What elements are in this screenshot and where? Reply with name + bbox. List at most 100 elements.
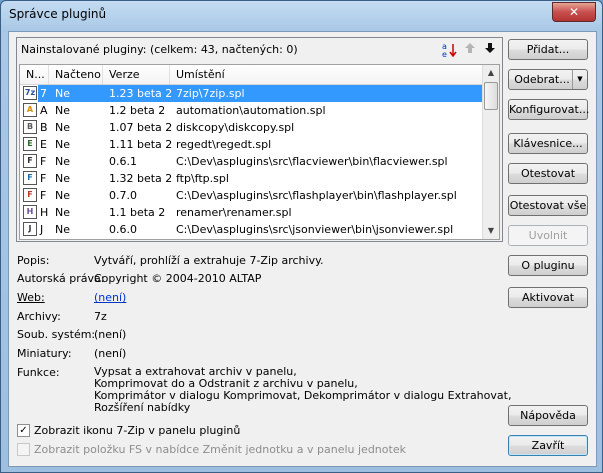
plugin-name: F (40, 172, 47, 185)
plugin-name: A (40, 104, 48, 117)
table-row[interactable]: B B Ne 1.07 beta 2 diskcopy\diskcopy.spl (20, 119, 483, 136)
plugin-location: C:\Dev\asplugins\src\jsonviewer\bin\json… (176, 223, 454, 236)
table-row[interactable]: F F Ne 0.7.0 C:\Dev\asplugins\src\flashplaye… (20, 187, 483, 204)
thumbnails-label: Miniatury: (17, 347, 72, 360)
column-name[interactable]: N... (20, 65, 49, 84)
table-row[interactable]: A A Ne 1.2 beta 2 automation\automation.spl (20, 102, 483, 119)
show-icon-checkbox[interactable]: ✓ (17, 424, 30, 437)
plugin-icon: E (23, 137, 37, 151)
copyright-value: Copyright © 2004-2010 ALTAP (94, 272, 262, 285)
plugin-version: 1.2 beta 2 (109, 104, 166, 117)
keyboard-button[interactable]: Klávesnice... (508, 133, 588, 154)
column-location[interactable]: Umístění (170, 65, 483, 84)
title-bar[interactable]: Správce pluginů ✕ (1, 1, 602, 31)
plugin-location: automation\automation.spl (176, 104, 326, 117)
file-system-value: (není) (94, 328, 127, 341)
show-fs-label: Zobrazit položku FS v nabídce Změnit jed… (34, 443, 406, 456)
plugin-loaded: Ne (55, 155, 70, 168)
plugin-version: 0.7.0 (109, 189, 137, 202)
test-button[interactable]: Otestovat (508, 163, 588, 184)
list-header: N... Načteno Verze Umístění (20, 65, 483, 85)
table-row[interactable]: F F Ne 0.6.1 C:\Dev\asplugins\src\flacviewer… (20, 153, 483, 170)
plugin-icon: F (23, 171, 37, 185)
thumbnails-value: (není) (94, 347, 127, 360)
plugin-version: 1.32 beta 2 (109, 172, 173, 185)
plugin-icon: F (23, 154, 37, 168)
configure-button[interactable]: Konfigurovat... (508, 99, 589, 120)
selection-highlight (38, 85, 483, 102)
close-button[interactable]: Zavřít (508, 435, 588, 456)
table-row[interactable]: J J Ne 0.6.0 C:\Dev\asplugins\src\jsonviewer… (20, 221, 483, 238)
table-row[interactable]: H H Ne 1.1 beta 2 renamer\renamer.spl (20, 204, 483, 221)
description-value: Vytváří, prohlíží a extrahuje 7-Zip arch… (94, 254, 324, 267)
show-icon-label: Zobrazit ikonu 7-Zip v panelu pluginů (34, 424, 241, 437)
plugin-location: renamer\renamer.spl (176, 206, 292, 219)
move-up-icon[interactable] (460, 41, 480, 61)
column-version[interactable]: Verze (103, 65, 170, 84)
plugin-version: 0.6.1 (109, 155, 137, 168)
plugin-icon: B (23, 120, 37, 134)
plugin-name: 7 (40, 87, 47, 100)
remove-plugin-button[interactable]: Odebrat... ▼ (508, 69, 588, 90)
sort-az-icon[interactable]: ae (440, 41, 460, 61)
plugin-loaded: Ne (55, 138, 70, 151)
plugin-loaded: Ne (55, 104, 70, 117)
list-scrollbar[interactable]: ▲ ▼ (482, 65, 499, 239)
plugin-version: 1.11 beta 2 (109, 138, 173, 151)
chevron-down-icon[interactable]: ▼ (572, 70, 587, 89)
dialog-client: Nainstalované pluginy: (celkem: 43, načt… (8, 31, 597, 467)
plugin-icon: H (23, 205, 37, 219)
plugin-icon: A (23, 103, 37, 117)
functions-value: Vypsat a extrahovat archiv v panelu, Kom… (94, 366, 511, 414)
plugin-manager-window: Správce pluginů ✕ Nainstalované pluginy:… (0, 0, 603, 473)
activate-button[interactable]: Aktivovat (508, 287, 588, 308)
plugin-loaded: Ne (55, 172, 70, 185)
plugin-loaded: Ne (55, 189, 70, 202)
close-window-button[interactable]: ✕ (552, 2, 596, 22)
plugin-loaded: Ne (55, 206, 70, 219)
scroll-thumb[interactable] (484, 82, 498, 110)
file-system-label: Soub. systém: (17, 328, 96, 341)
plugin-version: 1.23 beta 2 (109, 87, 173, 100)
plugin-location: C:\Dev\asplugins\src\flacviewer\bin\flac… (176, 155, 448, 168)
plugin-loaded: Ne (55, 121, 70, 134)
plugin-version: 1.1 beta 2 (109, 206, 166, 219)
unload-button[interactable]: Uvolnit (508, 225, 588, 246)
plugin-location: 7zip\7zip.spl (176, 87, 245, 100)
archives-label: Archivy: (17, 310, 61, 323)
plugin-location: ftp\ftp.spl (176, 172, 229, 185)
installed-plugins-header: Nainstalované pluginy: (celkem: 43, načt… (21, 43, 298, 56)
test-all-button[interactable]: Otestovat vše (508, 195, 588, 216)
help-button[interactable]: Nápověda (508, 405, 588, 426)
move-down-icon[interactable] (480, 41, 500, 61)
table-row[interactable]: F F Ne 1.32 beta 2 ftp\ftp.spl (20, 170, 483, 187)
plugin-name: H (40, 206, 49, 219)
table-row[interactable]: 7z 7 Ne 1.23 beta 2 7zip\7zip.spl (20, 85, 483, 102)
table-row[interactable]: E E Ne 1.11 beta 2 regedt\regedt.spl (20, 136, 483, 153)
show-fs-checkbox[interactable] (17, 443, 30, 456)
plugin-version: 1.07 beta 2 (109, 121, 173, 134)
description-label: Popis: (17, 254, 50, 267)
plugin-icon: F (23, 188, 37, 202)
plugin-location: C:\Dev\asplugins\src\flashplayer\bin\fla… (176, 189, 457, 202)
plugins-list[interactable]: N... Načteno Verze Umístění 7z 7 Ne 1.23 be… (19, 64, 500, 240)
add-plugin-button[interactable]: Přidat... (508, 39, 588, 60)
plugin-name: E (40, 138, 47, 151)
remove-plugin-label: Odebrat... (514, 73, 570, 86)
plugin-loaded: Ne (55, 87, 70, 100)
plugin-icon: 7z (23, 86, 37, 100)
plugin-icon: J (23, 222, 37, 236)
column-loaded[interactable]: Načteno (49, 65, 103, 84)
window-title: Správce pluginů (9, 7, 107, 21)
plugin-version: 0.6.0 (109, 223, 137, 236)
plugin-name: F (40, 189, 47, 202)
about-plugin-button[interactable]: O pluginu (508, 255, 588, 276)
plugin-name: B (40, 121, 48, 134)
plugin-location: diskcopy\diskcopy.spl (176, 121, 295, 134)
web-link[interactable]: (není) (94, 291, 126, 304)
svg-text:e: e (442, 50, 447, 59)
scroll-up-icon[interactable]: ▲ (483, 65, 499, 81)
web-label: Web: (17, 291, 45, 304)
scroll-down-icon[interactable]: ▼ (483, 223, 499, 239)
plugin-loaded: Ne (55, 223, 70, 236)
